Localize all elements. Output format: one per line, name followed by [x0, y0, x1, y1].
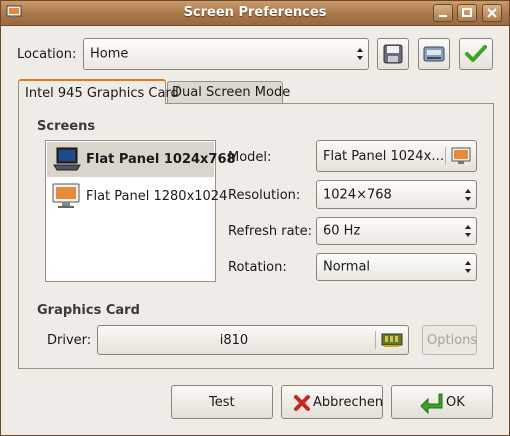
minimize-button[interactable] [433, 4, 453, 22]
model-label: Model: [228, 150, 272, 165]
apply-location-button[interactable] [459, 38, 493, 70]
screen-label: Flat Panel 1024x768 [86, 152, 236, 167]
spin-arrows-icon [465, 225, 471, 237]
driver-label: Driver: [47, 333, 92, 348]
test-label: Test [209, 395, 235, 410]
cancel-label: Abbrechen [313, 395, 384, 410]
close-button[interactable] [482, 4, 502, 22]
options-button[interactable]: Options [422, 325, 477, 355]
list-item[interactable]: Flat Panel 1024x768 [47, 142, 236, 177]
minimize-icon [439, 15, 447, 17]
save-location-button[interactable] [377, 38, 409, 70]
monitor-icon [451, 147, 471, 164]
tab-label: Intel 945 Graphics Card [25, 86, 179, 101]
network-icon [423, 46, 445, 62]
location-label: Location: [17, 47, 77, 62]
resolution-label: Resolution: [228, 188, 301, 203]
cancel-button[interactable]: Abbrechen [281, 385, 383, 419]
maximize-button[interactable] [457, 4, 477, 22]
tab-intel-graphics-card[interactable]: Intel 945 Graphics Card [18, 79, 179, 104]
rotation-value: Normal [323, 259, 371, 275]
location-value: Home [90, 46, 129, 62]
tab-label: Dual Screen Mode [172, 85, 291, 100]
title-bar[interactable]: Screen Preferences [1, 1, 509, 26]
screens-list[interactable]: Flat Panel 1024x768 Flat Panel 1280x1024 [45, 140, 236, 282]
screen-label: Flat Panel 1280x1024 [86, 189, 228, 204]
refresh-rate-label: Refresh rate: [228, 224, 313, 239]
ok-label: OK [446, 395, 465, 410]
ok-button[interactable]: OK [391, 385, 493, 419]
rotation-combo[interactable]: Normal [316, 253, 477, 281]
laptop-icon [53, 147, 81, 171]
graphics-card-heading: Graphics Card [37, 303, 140, 318]
spin-arrows-icon [357, 48, 363, 60]
rotation-label: Rotation: [228, 260, 287, 275]
floppy-disk-icon [383, 44, 403, 64]
refresh-rate-value: 60 Hz [323, 223, 361, 239]
checkmark-icon [465, 45, 487, 62]
close-icon [487, 8, 497, 18]
screen-preferences-window: Screen Preferences Location: Home Intel … [0, 0, 510, 436]
driver-button[interactable]: i810 [97, 325, 409, 355]
resolution-combo[interactable]: 1024×768 [316, 180, 477, 209]
spin-arrows-icon [465, 188, 471, 201]
options-label: Options [427, 333, 478, 348]
model-separator [445, 147, 446, 165]
tab-dual-screen-mode[interactable]: Dual Screen Mode [167, 81, 290, 103]
screens-heading: Screens [37, 119, 96, 134]
refresh-rate-combo[interactable]: 60 Hz [316, 217, 477, 245]
driver-separator [375, 331, 376, 349]
cancel-x-icon [294, 395, 310, 411]
list-item[interactable]: Flat Panel 1280x1024 [47, 179, 227, 214]
maximize-icon [462, 8, 472, 17]
model-button[interactable]: Flat Panel 1024x… [316, 140, 477, 172]
monitor-icon [52, 183, 80, 208]
resolution-value: 1024×768 [323, 187, 392, 202]
location-combo[interactable]: Home [83, 38, 369, 70]
spin-arrows-icon [465, 261, 471, 273]
model-value: Flat Panel 1024x… [323, 149, 445, 164]
driver-value: i810 [219, 333, 249, 348]
graphics-card-icon [381, 333, 403, 347]
manage-locations-button[interactable] [418, 38, 450, 70]
enter-arrow-icon [420, 393, 443, 414]
test-button[interactable]: Test [171, 385, 273, 419]
